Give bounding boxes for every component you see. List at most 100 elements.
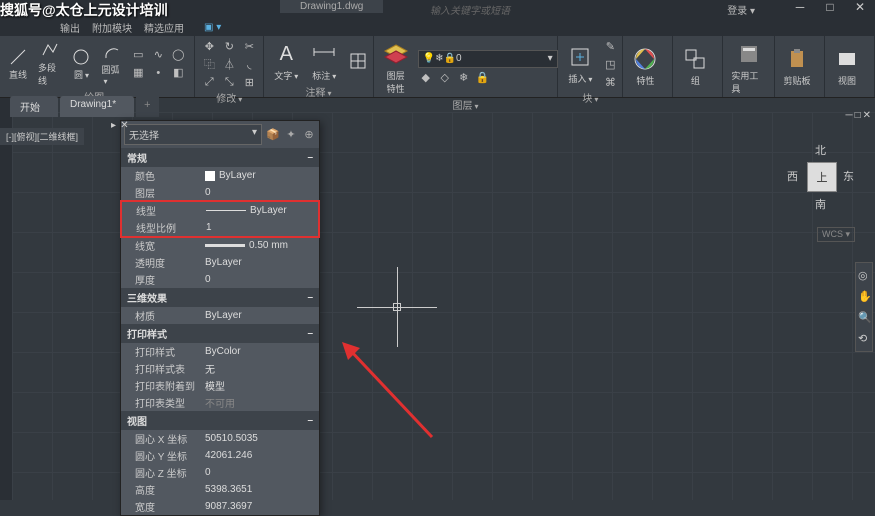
panel-annotate: A文字 标注 注释 [264, 36, 373, 97]
prop-row[interactable]: 打印表附着到模型 [121, 377, 319, 394]
tool-text[interactable]: A文字 [270, 38, 302, 84]
nav-wheel-icon[interactable]: ◎ [858, 269, 870, 282]
viewcube-top[interactable]: 上 [807, 162, 837, 192]
tab-drawing[interactable]: Drawing1* [60, 96, 134, 117]
region-icon[interactable]: ◧ [170, 65, 186, 81]
tool-circle[interactable]: 圆 [69, 45, 93, 83]
prop-row-ltscale[interactable]: 线型比例1 [122, 219, 318, 236]
block-tool-icon[interactable]: ⌘ [602, 74, 618, 90]
nav-bar[interactable]: ◎ ✋ 🔍 ⟲ [855, 262, 873, 352]
block-tool-icon[interactable]: ◳ [602, 56, 618, 72]
draw-small-tools[interactable]: ▭∿◯ ▦•◧ [130, 47, 188, 81]
tool-insert[interactable]: 插入 [564, 41, 596, 87]
panel-util: 实用工具 [723, 36, 775, 97]
highlighted-rows: 线型ByLayer 线型比例1 [120, 200, 320, 238]
prop-row[interactable]: 线宽0.50 mm [121, 237, 319, 254]
prop-row[interactable]: 圆心 Y 坐标42061.246 [121, 447, 319, 464]
layer-tool-icon[interactable]: ◆ [418, 70, 434, 86]
nav-orbit-icon[interactable]: ⟲ [858, 332, 870, 345]
prop-row[interactable]: 打印表类型不可用 [121, 394, 319, 411]
wcs-label[interactable]: WCS ▾ [817, 227, 855, 242]
tool-clipboard[interactable]: 剪贴板 [781, 43, 813, 89]
prop-row[interactable]: 打印样式表无 [121, 360, 319, 377]
canvas-max-icon[interactable]: □ [855, 110, 861, 121]
point-icon[interactable]: • [150, 65, 166, 81]
tab-start[interactable]: 开始 [10, 96, 58, 117]
stretch-icon[interactable]: ⤢ [201, 74, 217, 90]
prop-row[interactable]: 打印样式ByColor [121, 343, 319, 360]
canvas-close-icon[interactable]: ✕ [863, 110, 871, 121]
section-general[interactable]: 常规– [121, 148, 319, 167]
hatch-icon[interactable]: ▦ [130, 65, 146, 81]
viewport-label[interactable]: [-][俯视][二维线框] [0, 128, 84, 145]
layer-tool-icon[interactable]: ◇ [437, 70, 453, 86]
section-view[interactable]: 视图– [121, 411, 319, 430]
prop-row[interactable]: 圆心 X 坐标50510.5035 [121, 430, 319, 447]
linetype-sample-icon [206, 210, 246, 211]
ribbon: 直线 多段线 圆 圆弧 ▭∿◯ ▦•◧ 绘图 ✥↻✂ ⿻⏃◟ ⤢⤡⊞ 修改 A文… [0, 36, 875, 98]
trim-icon[interactable]: ✂ [241, 38, 257, 54]
rect-icon[interactable]: ▭ [130, 47, 146, 63]
copy-icon[interactable]: ⿻ [201, 56, 217, 72]
mirror-icon[interactable]: ⏃ [221, 56, 237, 72]
panel-close-strip[interactable]: ✕▸ [108, 120, 130, 131]
block-tool-icon[interactable]: ✎ [602, 38, 618, 54]
prop-row[interactable]: 材质ByLayer [121, 307, 319, 324]
search-input[interactable]: 输入关键字或短语 [430, 2, 510, 17]
layer-tool-icon[interactable]: 🔒 [475, 70, 491, 86]
tool-view[interactable]: 视图 [831, 43, 863, 89]
panel-label [629, 94, 666, 95]
panel-view: 视图 [825, 36, 875, 97]
layer-combo[interactable]: 💡❄🔒 0▾ [418, 50, 558, 68]
prop-row[interactable]: 厚度0 [121, 271, 319, 288]
section-plot[interactable]: 打印样式– [121, 324, 319, 343]
tool-dimension[interactable]: 标注 [308, 38, 340, 84]
tool-util[interactable]: 实用工具 [729, 38, 768, 97]
tool-arc[interactable]: 圆弧 [99, 40, 124, 88]
prop-row[interactable]: 高度5398.3651 [121, 481, 319, 498]
move-icon[interactable]: ✥ [201, 38, 217, 54]
maximize-button[interactable]: □ [815, 0, 845, 18]
nav-zoom-icon[interactable]: 🔍 [858, 311, 870, 324]
tab-add[interactable]: + [136, 96, 158, 117]
prop-row[interactable]: 圆心 Z 坐标0 [121, 464, 319, 481]
prop-row-linetype[interactable]: 线型ByLayer [122, 202, 318, 219]
tool-group[interactable]: 组 [679, 43, 711, 89]
selection-combo[interactable]: 无选择▾ [124, 124, 262, 145]
fillet-icon[interactable]: ◟ [241, 56, 257, 72]
nav-pan-icon[interactable]: ✋ [858, 290, 870, 303]
quickselect-icon[interactable]: 📦 [266, 128, 280, 142]
ribbon-tab-indicator: ▣ ▾ [204, 22, 221, 33]
scale-icon[interactable]: ⤡ [221, 74, 237, 90]
tool-table[interactable] [346, 49, 370, 73]
spline-icon[interactable]: ∿ [150, 47, 166, 63]
close-button[interactable]: ✕ [845, 0, 875, 18]
select-icon[interactable]: ✦ [284, 128, 298, 142]
ribbon-tab[interactable]: 输出 [60, 20, 80, 35]
ellipse-icon[interactable]: ◯ [170, 47, 186, 63]
section-3d[interactable]: 三维效果– [121, 288, 319, 307]
panel-label [831, 94, 868, 95]
prop-row[interactable]: 宽度9087.3697 [121, 498, 319, 515]
tool-line[interactable]: 直线 [6, 45, 30, 83]
tool-layer-properties[interactable]: 图层 特性 [380, 38, 412, 97]
tool-polyline[interactable]: 多段线 [36, 38, 63, 89]
ribbon-tab[interactable]: 附加模块 [92, 20, 132, 35]
login-button[interactable]: 登录 ▾ [727, 2, 755, 17]
tool-properties[interactable]: 特性 [629, 43, 661, 89]
prop-row[interactable]: 透明度ByLayer [121, 254, 319, 271]
pick-icon[interactable]: ⊕ [302, 128, 316, 142]
ribbon-tab[interactable]: 精选应用 [144, 20, 184, 35]
viewcube[interactable]: 北 南 西 东 上 [787, 142, 857, 212]
panel-clipboard: 剪贴板 [775, 36, 825, 97]
minimize-button[interactable]: ─ [785, 0, 815, 18]
canvas-min-icon[interactable]: ─ [845, 110, 852, 121]
document-name-tab[interactable]: Drawing1.dwg [280, 0, 383, 13]
rotate-icon[interactable]: ↻ [221, 38, 237, 54]
modify-tools[interactable]: ✥↻✂ ⿻⏃◟ ⤢⤡⊞ [201, 38, 259, 90]
array-icon[interactable]: ⊞ [241, 74, 257, 90]
prop-row[interactable]: 图层0 [121, 184, 319, 201]
layer-tool-icon[interactable]: ❄ [456, 70, 472, 86]
properties-panel: 无选择▾ 📦 ✦ ⊕ 常规– 颜色ByLayer 图层0 线型ByLayer 线… [120, 120, 320, 516]
prop-row[interactable]: 颜色ByLayer [121, 167, 319, 184]
